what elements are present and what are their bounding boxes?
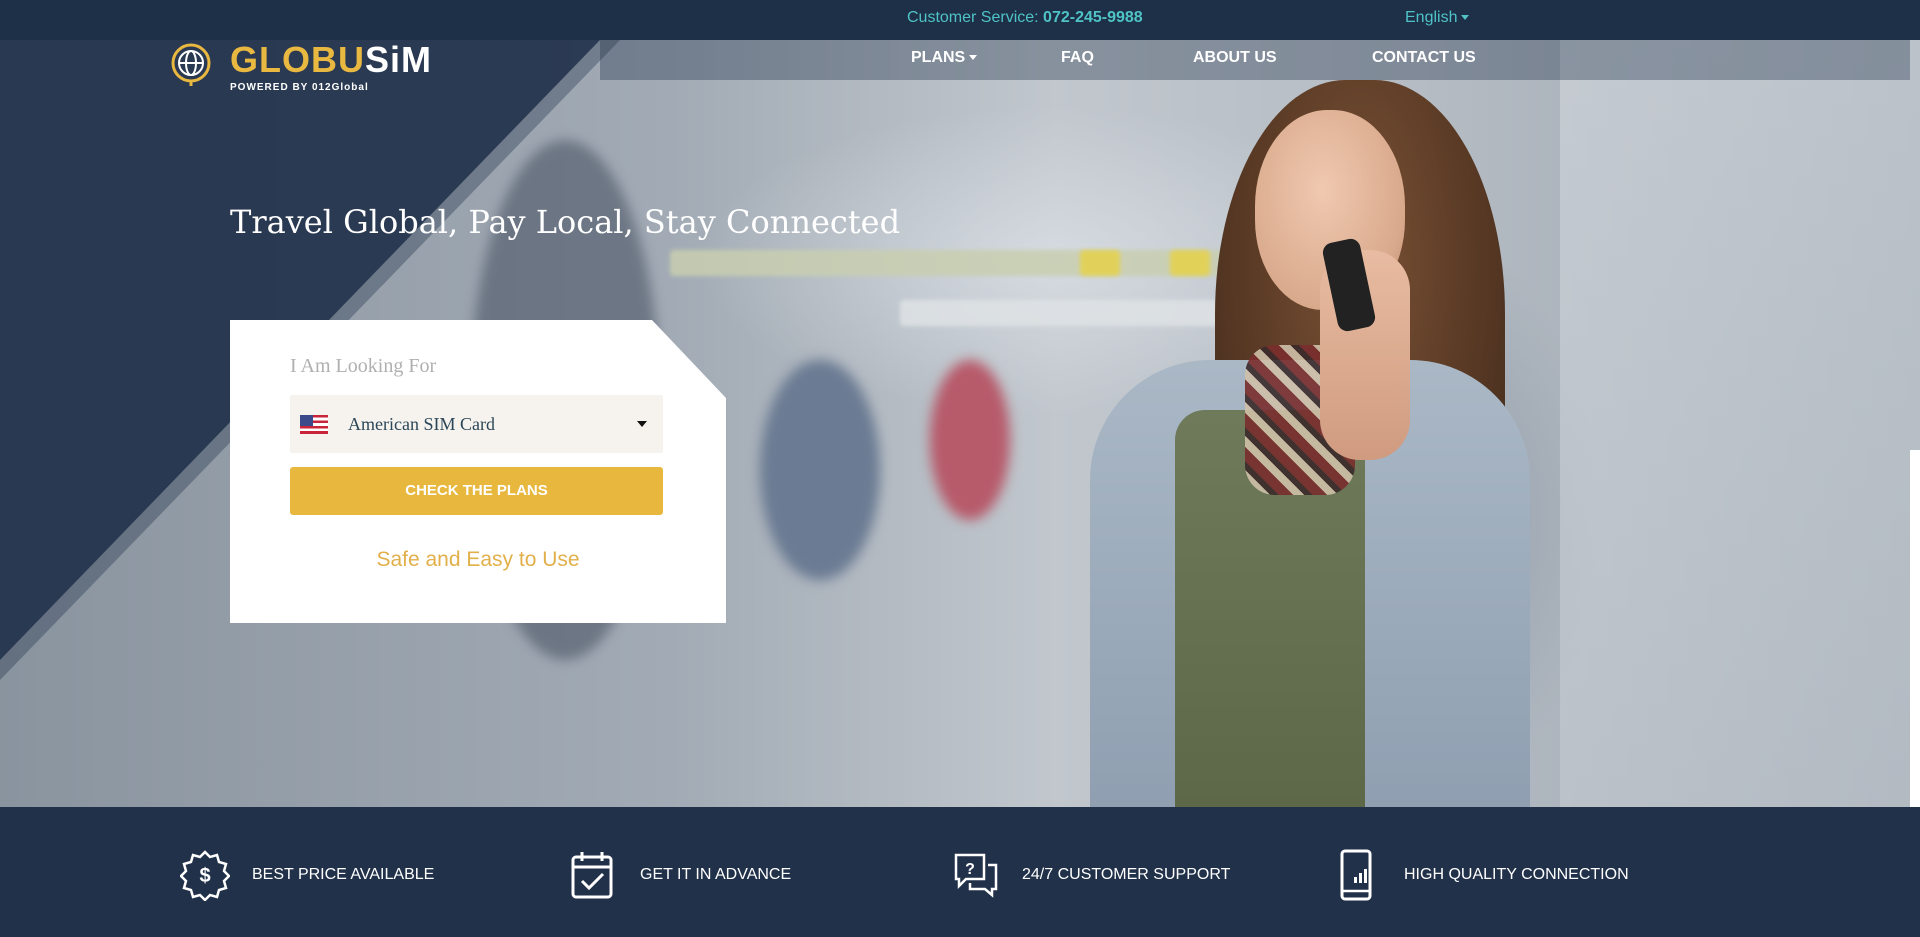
selected-sim-card: American SIM Card <box>348 414 495 434</box>
phone-signal-icon <box>1340 849 1372 901</box>
background-sign <box>1170 250 1210 276</box>
us-flag-icon <box>300 415 328 434</box>
chat-question-icon: ? <box>954 853 998 898</box>
sim-card-select[interactable]: American SIM Card <box>290 395 663 453</box>
safe-easy-tagline: Safe and Easy to Use <box>376 548 580 571</box>
svg-text:$: $ <box>199 865 210 887</box>
customer-service: Customer Service: 072-245-9988 <box>907 9 1143 27</box>
background-sign <box>1080 250 1120 276</box>
hero-headline: Travel Global, Pay Local, Stay Connected <box>230 203 901 241</box>
language-selector[interactable]: English <box>1405 9 1470 27</box>
search-card: I Am Looking For American SIM Card CHECK… <box>230 320 726 623</box>
chevron-down-icon <box>969 55 978 61</box>
customer-service-phone[interactable]: 072-245-9988 <box>1043 9 1143 26</box>
feature-label: 24/7 CUSTOMER SUPPORT <box>1022 866 1231 883</box>
globe-icon <box>171 43 211 86</box>
chevron-down-icon <box>637 421 647 427</box>
logo[interactable]: GLOBUSiM POWERED BY 012Global <box>168 38 431 98</box>
chevron-down-icon <box>1461 15 1470 21</box>
search-label: I Am Looking For <box>290 355 437 377</box>
customer-service-label: Customer Service: <box>907 9 1039 26</box>
background-signs <box>670 250 1230 276</box>
language-label: English <box>1405 9 1458 26</box>
background-traveler <box>930 360 1010 520</box>
feature-label: HIGH QUALITY CONNECTION <box>1404 866 1629 883</box>
nav-plans[interactable]: PLANS <box>911 49 978 67</box>
calendar-check-icon <box>571 852 613 899</box>
nav-contact-us[interactable]: CONTACT US <box>1372 49 1476 67</box>
nav-about-us[interactable]: ABOUT US <box>1193 49 1277 67</box>
nav-faq[interactable]: FAQ <box>1061 49 1094 67</box>
features-bar: $ BEST PRICE AVAILABLE GET IT IN ADVANCE… <box>0 807 1920 937</box>
feature-label: GET IT IN ADVANCE <box>640 866 792 883</box>
background-traveler <box>760 360 880 580</box>
price-badge-icon: $ <box>180 850 230 901</box>
background-sign <box>900 300 1240 326</box>
svg-text:?: ? <box>965 861 975 878</box>
feature-label: BEST PRICE AVAILABLE <box>252 866 435 883</box>
page-edge <box>1910 450 1920 807</box>
background-wall <box>1560 0 1920 807</box>
logo-tagline: POWERED BY 012Global <box>230 82 369 93</box>
check-the-plans-button[interactable]: CHECK THE PLANS <box>290 467 663 515</box>
logo-name: GLOBUSiM <box>230 39 433 80</box>
